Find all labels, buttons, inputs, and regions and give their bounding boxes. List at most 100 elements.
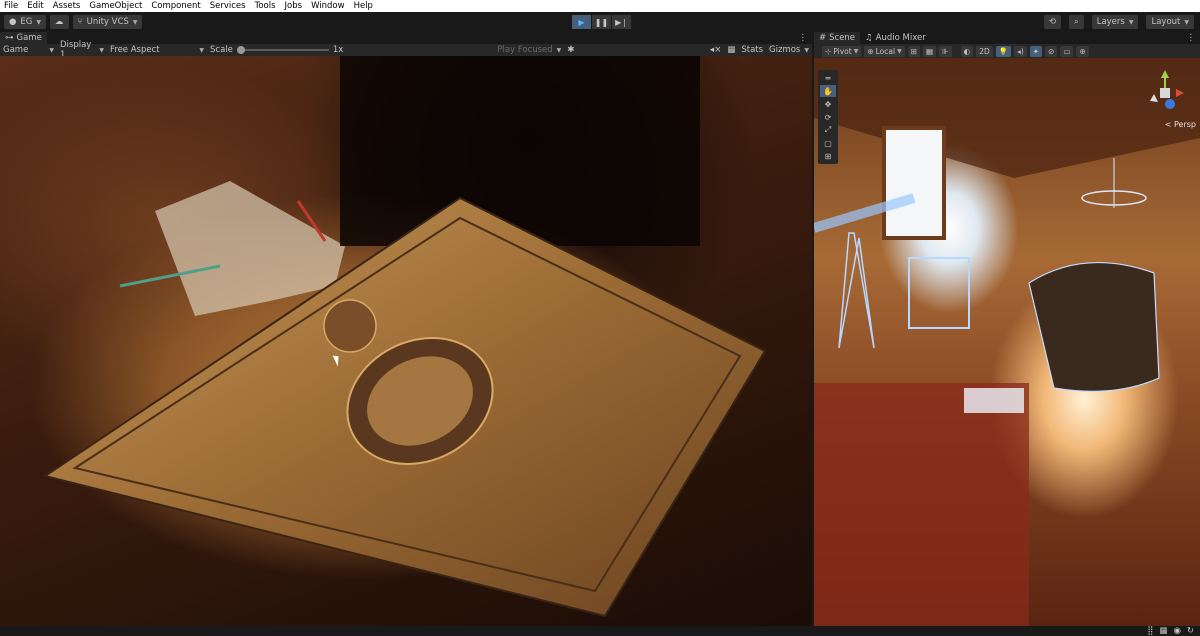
game-mode-dropdown[interactable]: Game ▼ xyxy=(0,45,57,55)
scale-value: 1x xyxy=(332,45,344,55)
menu-jobs[interactable]: Jobs xyxy=(285,1,303,11)
gizmo-neg-x-axis[interactable] xyxy=(1150,94,1158,102)
tab-game[interactable]: ⊶ Game xyxy=(0,32,47,44)
menu-services[interactable]: Services xyxy=(210,1,246,11)
sphere-icon: ◐ xyxy=(963,46,971,56)
menu-tools[interactable]: Tools xyxy=(255,1,276,11)
scale-tool[interactable]: ⤢ xyxy=(820,124,836,136)
cloud-button[interactable]: ☁ xyxy=(50,15,69,29)
menu-file[interactable]: File xyxy=(4,1,18,11)
rotate-tool[interactable]: ⟳ xyxy=(820,111,836,123)
search-button[interactable]: ⌕ xyxy=(1068,15,1084,29)
menu-component[interactable]: Component xyxy=(151,1,200,11)
telescope-tripod xyxy=(838,232,875,349)
grid-snap-button[interactable]: ⊞ xyxy=(907,45,921,57)
camera-dropdown[interactable]: ▭ xyxy=(1060,45,1074,57)
projection-label[interactable]: < Persp xyxy=(1165,120,1196,129)
lighting-toggle[interactable]: 💡 xyxy=(995,45,1012,57)
snap-icon: ⊪ xyxy=(942,46,949,56)
transform-icon: ⊞ xyxy=(824,151,832,161)
vcs-dropdown[interactable]: ⑂ Unity VCS ▼ xyxy=(72,15,143,29)
menu-window[interactable]: Window xyxy=(311,1,345,11)
menu-assets[interactable]: Assets xyxy=(53,1,81,11)
scene-toolbar: ⊹ Pivot ▼ ⊕ Local ▼ ⊞ ▦ ⊪ ◐ 2D 💡 ◂) ✦ ⊘ … xyxy=(814,44,1200,58)
menu-gameobject[interactable]: GameObject xyxy=(89,1,142,11)
tab-scene[interactable]: # Scene xyxy=(814,32,861,44)
chevron-down-icon: ▼ xyxy=(132,18,138,26)
pivot-dropdown[interactable]: ⊹ Pivot ▼ xyxy=(822,45,862,57)
transform-tool[interactable]: ⊞ xyxy=(820,150,836,162)
progress-icon[interactable]: ⣿ xyxy=(1147,626,1153,636)
layout-dropdown[interactable]: Layout ▼ xyxy=(1146,15,1194,29)
mute-audio-button[interactable]: ◂× xyxy=(707,45,724,55)
table xyxy=(964,388,1024,413)
refresh-icon[interactable]: ↻ xyxy=(1187,626,1194,636)
step-button[interactable]: ▶❘ xyxy=(612,15,631,29)
local-dropdown[interactable]: ⊕ Local ▼ xyxy=(864,45,905,57)
gizmos-dropdown[interactable]: Gizmos ▼ xyxy=(766,45,812,55)
scale-slider[interactable] xyxy=(236,46,329,54)
orientation-gizmo[interactable] xyxy=(1140,68,1190,118)
panel-menu-icon[interactable]: ⋮ xyxy=(799,33,808,43)
play-button[interactable]: ▶ xyxy=(572,15,591,29)
step-icon: ▶❘ xyxy=(615,17,628,27)
gizmo-x-axis[interactable] xyxy=(1176,89,1184,97)
game-panel-tabs: ⊶ Game ⋮ xyxy=(0,32,812,44)
game-mode-label: Game xyxy=(3,45,29,55)
play-icon: ▶ xyxy=(578,17,585,27)
grid-snap-icon: ⊞ xyxy=(910,46,918,56)
hidden-objects-toggle[interactable]: ⊘ xyxy=(1045,45,1058,57)
2d-label: 2D xyxy=(979,46,990,56)
armchair-wireframe xyxy=(1028,261,1160,392)
shading-mode-dropdown[interactable]: ◐ xyxy=(960,45,974,57)
gizmos-scene-dropdown[interactable]: ⊕ xyxy=(1076,45,1089,57)
stats-label: Stats xyxy=(741,45,764,55)
grid-button[interactable]: ▦ xyxy=(724,45,738,55)
menu-help[interactable]: Help xyxy=(354,1,373,11)
tab-audio-mixer[interactable]: ♫ Audio Mixer xyxy=(860,32,931,44)
chevron-down-icon: ▼ xyxy=(1184,18,1189,26)
grid-visibility-button[interactable]: ▦ xyxy=(923,45,937,57)
game-viewport[interactable] xyxy=(0,56,812,626)
game-toolbar: Game ▼ Display 1 ▼ Free Aspect ▼ Scale 1… xyxy=(0,40,812,60)
scene-grid-icon: # xyxy=(819,33,827,43)
target-icon[interactable]: ◉ xyxy=(1173,626,1180,636)
move-icon: ✥ xyxy=(824,99,832,109)
account-icon: ● xyxy=(9,17,17,27)
history-button[interactable]: ⟲ xyxy=(1043,15,1061,29)
2d-toggle[interactable]: 2D xyxy=(976,45,993,57)
stats-button[interactable]: Stats xyxy=(738,45,766,55)
pivot-icon: ⊹ xyxy=(825,46,832,56)
grip-handle[interactable]: ═ xyxy=(820,72,836,84)
chevron-down-icon: ▼ xyxy=(897,47,902,55)
play-focused-dropdown[interactable]: Play Focused ▼ xyxy=(494,45,564,55)
effects-dropdown[interactable]: ✦ xyxy=(1029,45,1043,57)
gizmo-y-axis[interactable] xyxy=(1161,70,1169,78)
speaker-mute-icon: ◂× xyxy=(709,45,722,55)
gizmos-label: Gizmos xyxy=(769,45,801,55)
menu-edit[interactable]: Edit xyxy=(27,1,43,11)
window xyxy=(882,126,946,240)
branch-icon: ⑂ xyxy=(77,17,83,27)
layers-dropdown[interactable]: Layers ▼ xyxy=(1091,15,1139,29)
scene-viewport[interactable]: ═ ✋ ✥ ⟳ ⤢ ▢ ⊞ < Persp xyxy=(814,58,1200,626)
gizmo-center[interactable] xyxy=(1160,88,1170,98)
grid-status-icon[interactable]: ▦ xyxy=(1159,626,1167,636)
pause-button[interactable]: ❚❚ xyxy=(592,15,611,29)
hand-icon: ✋ xyxy=(823,86,833,96)
audio-toggle[interactable]: ◂) xyxy=(1014,45,1027,57)
gizmo-z-axis[interactable] xyxy=(1165,99,1175,109)
playback-controls: ▶ ❚❚ ▶❘ xyxy=(572,15,631,29)
aspect-dropdown[interactable]: Free Aspect ▼ xyxy=(107,45,207,55)
panel-menu-icon[interactable]: ⋮ xyxy=(1187,33,1196,43)
hand-tool[interactable]: ✋ xyxy=(820,85,836,97)
bug-button[interactable]: ✱ xyxy=(564,45,577,55)
local-icon: ⊕ xyxy=(867,46,874,56)
rect-tool[interactable]: ▢ xyxy=(820,137,836,149)
move-tool[interactable]: ✥ xyxy=(820,98,836,110)
account-dropdown[interactable]: ● EG ▼ xyxy=(4,15,47,29)
toolbar-right: ⟲ ⌕ Layers ▼ Layout ▼ xyxy=(1040,15,1194,29)
scale-slider-handle[interactable] xyxy=(236,46,245,54)
increment-snap-button[interactable]: ⊪ xyxy=(939,45,952,57)
main-toolbar: ● EG ▼ ☁ ⑂ Unity VCS ▼ ▶ ❚❚ ▶❘ ⟲ ⌕ Layer… xyxy=(0,12,1200,32)
